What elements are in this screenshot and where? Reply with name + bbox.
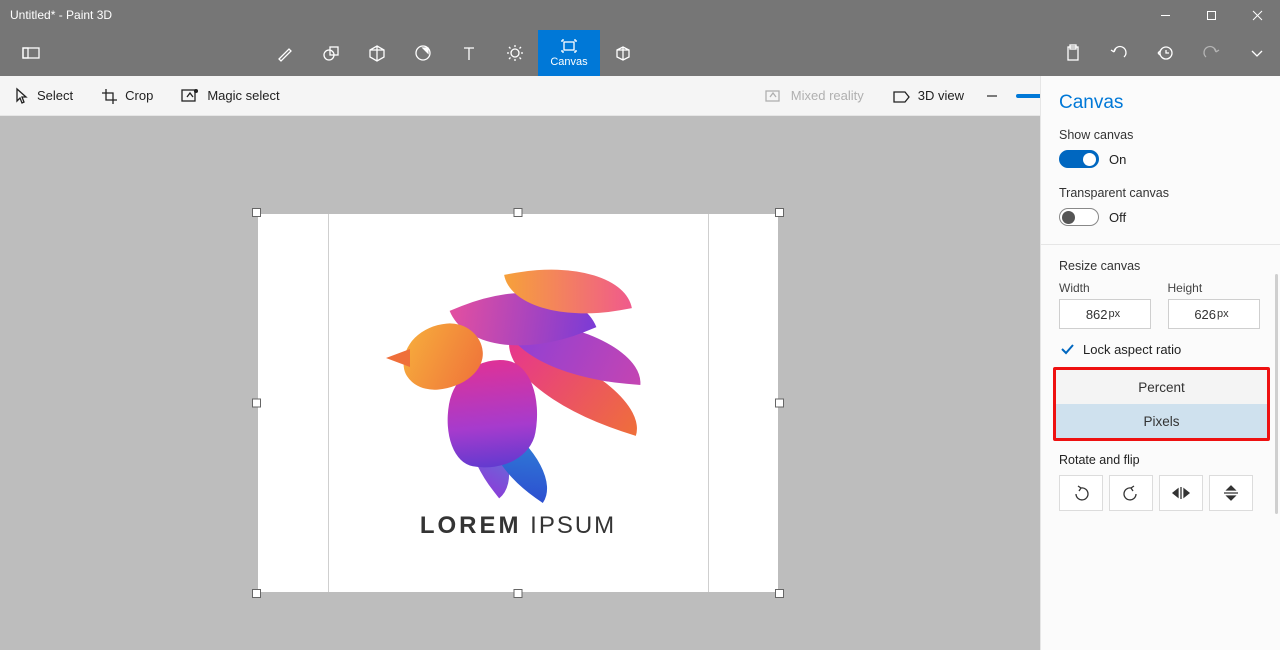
title-bar: Untitled* - Paint 3D <box>0 0 1280 30</box>
tab-3d-shapes[interactable] <box>354 30 400 76</box>
canvas-image <box>388 264 648 494</box>
tab-canvas[interactable]: Canvas <box>538 30 600 76</box>
resize-handle-nw[interactable] <box>252 208 261 217</box>
resize-handle-sw[interactable] <box>252 589 261 598</box>
canvas[interactable]: LOREM IPSUM <box>258 214 778 592</box>
magic-select-label: Magic select <box>207 88 279 103</box>
resize-handle-s[interactable] <box>514 589 523 598</box>
tab-stickers[interactable] <box>400 30 446 76</box>
3d-view-label: 3D view <box>918 88 964 103</box>
width-input[interactable]: 862px <box>1059 299 1151 329</box>
rotate-ccw-button[interactable] <box>1059 475 1103 511</box>
flip-vertical-button[interactable] <box>1209 475 1253 511</box>
height-label: Height <box>1168 281 1271 295</box>
lock-aspect-label: Lock aspect ratio <box>1083 342 1181 357</box>
tab-effects[interactable] <box>492 30 538 76</box>
rotate-flip-label: Rotate and flip <box>1059 453 1270 467</box>
panel-title: Canvas <box>1059 92 1270 114</box>
lock-aspect-checkbox[interactable] <box>1059 341 1075 357</box>
resize-handle-w[interactable] <box>252 399 261 408</box>
tab-3d-library[interactable] <box>600 30 646 76</box>
workspace[interactable]: LOREM IPSUM <box>0 116 1040 650</box>
tab-brushes[interactable] <box>262 30 308 76</box>
resize-canvas-label: Resize canvas <box>1059 259 1270 273</box>
rotate-cw-button[interactable] <box>1109 475 1153 511</box>
resize-handle-n[interactable] <box>514 208 523 217</box>
units-segmented-highlight: Percent Pixels <box>1053 367 1270 441</box>
panel-scrollbar[interactable] <box>1275 274 1278 514</box>
units-percent-option[interactable]: Percent <box>1056 370 1267 404</box>
transparent-canvas-label: Transparent canvas <box>1059 186 1270 200</box>
maximize-button[interactable] <box>1188 0 1234 30</box>
undo-button[interactable] <box>1096 45 1142 61</box>
select-label: Select <box>37 88 73 103</box>
magic-select-tool[interactable]: Magic select <box>167 76 293 115</box>
show-canvas-toggle[interactable] <box>1059 150 1099 168</box>
tab-canvas-label: Canvas <box>550 56 587 68</box>
minimize-button[interactable] <box>1142 0 1188 30</box>
mixed-reality-tool: Mixed reality <box>751 76 878 115</box>
resize-handle-ne[interactable] <box>775 208 784 217</box>
resize-handle-se[interactable] <box>775 589 784 598</box>
height-input[interactable]: 626px <box>1168 299 1260 329</box>
select-tool[interactable]: Select <box>0 76 87 115</box>
tab-2d-shapes[interactable] <box>308 30 354 76</box>
mixed-reality-label: Mixed reality <box>791 88 864 103</box>
zoom-out-button[interactable] <box>978 82 1006 110</box>
tab-text[interactable] <box>446 30 492 76</box>
flip-horizontal-button[interactable] <box>1159 475 1203 511</box>
side-panel: Canvas Show canvas On Transparent canvas… <box>1040 76 1280 650</box>
close-button[interactable] <box>1234 0 1280 30</box>
redo-button[interactable] <box>1188 45 1234 61</box>
menu-button[interactable] <box>0 30 62 76</box>
see-more-button[interactable] <box>1234 47 1280 59</box>
canvas-image-text: LOREM IPSUM <box>258 512 778 540</box>
main-toolbar: Canvas <box>0 30 1280 76</box>
units-pixels-option[interactable]: Pixels <box>1056 404 1267 438</box>
crop-label: Crop <box>125 88 153 103</box>
crop-tool[interactable]: Crop <box>87 76 167 115</box>
resize-handle-e[interactable] <box>775 399 784 408</box>
show-canvas-state: On <box>1109 152 1126 167</box>
transparent-canvas-toggle[interactable] <box>1059 208 1099 226</box>
show-canvas-label: Show canvas <box>1059 128 1270 142</box>
3d-view-tool[interactable]: 3D view <box>878 76 978 115</box>
window-title: Untitled* - Paint 3D <box>0 8 1142 22</box>
paste-button[interactable] <box>1050 44 1096 62</box>
width-label: Width <box>1059 281 1162 295</box>
history-button[interactable] <box>1142 44 1188 62</box>
transparent-canvas-state: Off <box>1109 210 1126 225</box>
